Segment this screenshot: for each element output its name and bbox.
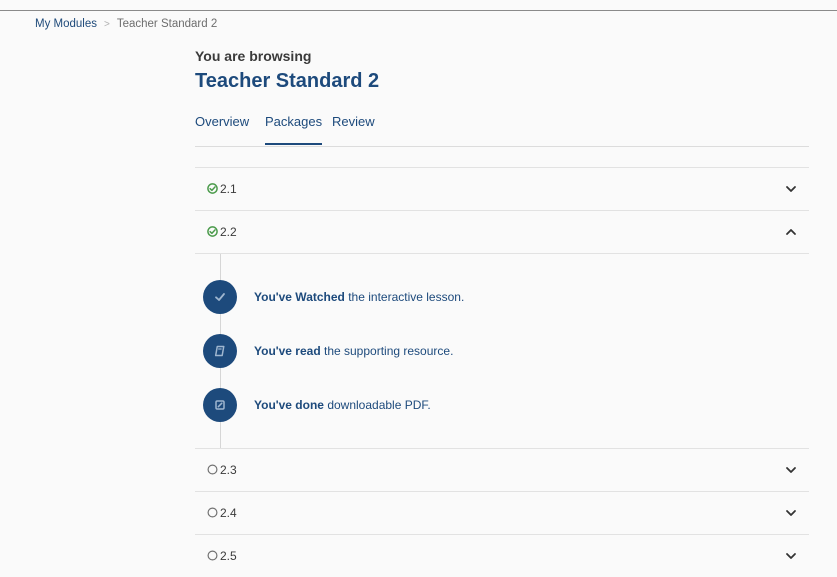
package-row-2-1[interactable]: 2.1 (195, 167, 809, 210)
step-read: You've read the supporting resource. (203, 334, 453, 368)
package-number: 2.3 (220, 463, 237, 477)
incomplete-circle-icon (207, 464, 218, 475)
breadcrumb: My Modules > Teacher Standard 2 (35, 18, 217, 30)
complete-check-icon (207, 226, 218, 237)
tab-packages[interactable]: Packages (265, 114, 323, 145)
step-read-text: You've read the supporting resource. (254, 344, 454, 358)
book-icon (203, 334, 237, 368)
top-divider (0, 10, 837, 11)
page-title: Teacher Standard 2 (195, 70, 380, 92)
page-subtitle: You are browsing (195, 48, 312, 64)
edit-icon (203, 388, 237, 422)
tab-bar: Overview Packages Review (195, 114, 809, 147)
step-watched-text: You've Watched the interactive lesson. (254, 290, 465, 304)
breadcrumb-my-modules[interactable]: My Modules (35, 18, 97, 30)
package-number: 2.4 (220, 506, 237, 520)
chevron-up-icon[interactable] (785, 226, 797, 238)
incomplete-circle-icon (207, 507, 218, 518)
packages-accordion: 2.1 2.2 You've Watched the interactive l… (195, 167, 809, 577)
page-header: You are browsing Teacher Standard 2 (195, 48, 379, 93)
package-row-2-5[interactable]: 2.5 (195, 534, 809, 577)
tab-review[interactable]: Review (332, 114, 375, 130)
package-number: 2.1 (220, 182, 237, 196)
step-done: You've done downloadable PDF. (203, 388, 431, 422)
package-number: 2.5 (220, 549, 237, 563)
check-icon (203, 280, 237, 314)
package-row-2-2[interactable]: 2.2 (195, 210, 809, 253)
chevron-down-icon[interactable] (785, 464, 797, 476)
package-row-2-4[interactable]: 2.4 (195, 491, 809, 534)
breadcrumb-current: Teacher Standard 2 (116, 18, 218, 30)
step-done-text: You've done downloadable PDF. (254, 398, 431, 412)
chevron-down-icon[interactable] (785, 550, 797, 562)
package-number: 2.2 (220, 225, 237, 239)
chevron-down-icon[interactable] (785, 507, 797, 519)
step-watched: You've Watched the interactive lesson. (203, 280, 464, 314)
package-2-2-content: You've Watched the interactive lesson. Y… (195, 253, 809, 448)
tab-overview[interactable]: Overview (195, 114, 249, 130)
incomplete-circle-icon (207, 550, 218, 561)
chevron-down-icon[interactable] (785, 183, 797, 195)
breadcrumb-separator: > (104, 18, 110, 30)
package-row-2-3[interactable]: 2.3 (195, 448, 809, 491)
complete-check-icon (207, 183, 218, 194)
